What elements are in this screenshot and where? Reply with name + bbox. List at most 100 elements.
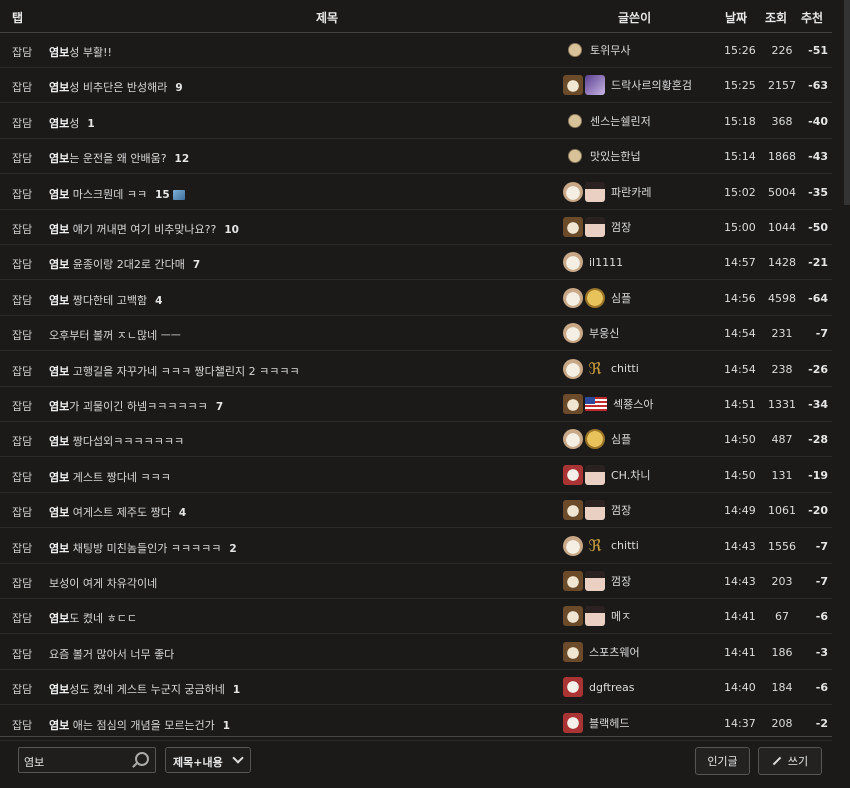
row-keyword: 염보 <box>49 364 70 378</box>
row-author[interactable]: 스포츠웨어 <box>563 640 640 664</box>
row-author[interactable]: 파란카레 <box>563 180 651 204</box>
table-row[interactable]: 잡담 염보 짱다한테 고백함 4 심플 14:56 4598 -64 <box>0 280 832 316</box>
list-header: 탭 제목 글쓴이 날짜 조회 추천 <box>0 0 832 33</box>
row-title[interactable]: 오후부터 볼꺼 ㅈㄴ많네 ㅡㅡ <box>49 327 181 343</box>
user-avatar-icon <box>563 217 583 237</box>
row-views: 1044 <box>768 221 796 234</box>
row-title[interactable]: 요즘 볼거 많아서 너무 좋다 <box>49 646 174 662</box>
row-tab: 잡담 <box>12 541 33 555</box>
row-author[interactable]: il1111 <box>563 250 623 274</box>
row-time: 15:26 <box>724 44 756 57</box>
row-author[interactable]: 껌장 <box>563 215 631 239</box>
row-author[interactable]: 심플 <box>563 427 631 451</box>
row-time: 14:43 <box>724 575 756 588</box>
popular-button[interactable]: 인기글 <box>695 747 750 775</box>
scrollbar[interactable] <box>844 0 850 205</box>
row-author[interactable]: 블랙헤드 <box>563 711 629 735</box>
row-title[interactable]: 염보 윤종이랑 2대2로 간다매 7 <box>49 256 200 272</box>
table-row[interactable]: 잡담 염보 여게스트 제주도 짱다 4 껌장 14:49 1061 -20 <box>0 492 832 529</box>
row-time: 14:41 <box>724 645 756 659</box>
row-title[interactable]: 염보 채팅방 미친놈들인가 ㅋㅋㅋㅋㅋ 2 <box>49 540 237 556</box>
row-rec: -34 <box>808 398 828 411</box>
author-name: 파란카레 <box>611 185 652 199</box>
table-row[interactable]: 잡담 염보 마스크뭔데 ㅋㅋ 15 파란카레 15:02 5004 -35 <box>0 174 832 210</box>
row-title[interactable]: 보성이 여게 차유각이네 <box>49 575 157 591</box>
row-rec: -63 <box>808 79 828 93</box>
row-author[interactable]: 심플 <box>563 286 631 310</box>
row-title[interactable]: 염보 짱다한테 고백함 4 <box>49 292 162 308</box>
row-author[interactable]: 껌장 <box>563 569 631 593</box>
row-author[interactable]: CH.차니 <box>563 463 651 487</box>
row-title[interactable]: 염보 고행길을 자꾸가네 ㅋㅋㅋ 짱다챌린지 2 ㅋㅋㅋㅋ <box>49 363 300 379</box>
row-author[interactable]: 맛있는한넙 <box>563 144 641 168</box>
table-row[interactable]: 잡담 염보는 운전을 왜 안배움? 12 맛있는한넙 15:14 1868 -43 <box>0 138 832 175</box>
popular-label: 인기글 <box>707 755 738 768</box>
row-time: 15:14 <box>724 150 756 164</box>
row-author[interactable]: dgftreas <box>563 675 634 699</box>
row-title[interactable]: 염보 마스크뭔데 ㅋㅋ 15 <box>49 186 185 202</box>
row-title[interactable]: 염보 여게스트 제주도 짱다 4 <box>49 504 186 520</box>
table-row[interactable]: 잡담 염보가 괴물이긴 하넴ㅋㅋㅋㅋㅋㅋ 7 섹쭁스아 14:51 1331 -34 <box>0 386 832 422</box>
row-title[interactable]: 염보성도 켰네 게스트 누군지 궁금하네 1 <box>49 681 240 697</box>
row-time: 15:18 <box>724 114 756 128</box>
row-keyword: 염보 <box>49 46 70 59</box>
table-row[interactable]: 잡담 염보성 비추단은 반성해라 9 드락사르의황혼검 15:25 2157 -63 <box>0 67 832 104</box>
table-row[interactable]: 잡담 염보 짱다섭외ㅋㅋㅋㅋㅋㅋㅋ 심플 14:50 487 -28 <box>0 421 832 458</box>
row-title[interactable]: 염보성 부활!! <box>49 44 112 60</box>
author-name: 토위무사 <box>590 44 631 57</box>
comment-count: 2 <box>229 542 237 555</box>
user-avatar-icon <box>585 287 605 308</box>
table-row[interactable]: 잡담 염보 채팅방 미친놈들인가 ㅋㅋㅋㅋㅋ 2 ℜchitti 14:43 1556 -7 <box>0 528 832 564</box>
row-author[interactable]: 껌장 <box>563 498 631 522</box>
row-author[interactable]: 드락사르의황혼검 <box>563 73 692 97</box>
row-author[interactable]: 토위무사 <box>563 38 630 62</box>
row-rec: -3 <box>815 645 828 659</box>
row-title[interactable]: 염보 얘기 꺼내면 여기 비추맞나요?? 10 <box>49 221 239 237</box>
row-tab: 잡담 <box>12 152 33 166</box>
row-author[interactable]: 부웅신 <box>563 321 619 345</box>
write-button[interactable]: 쓰기 <box>758 747 822 775</box>
table-row[interactable]: 잡담 염보성 부활!! 토위무사 15:26 226 -51 <box>0 32 832 68</box>
table-row[interactable]: 잡담 염보 게스트 짱다네 ㅋㅋㅋ CH.차니 14:50 131 -19 <box>0 457 832 493</box>
row-title[interactable]: 염보성 비추단은 반성해라 9 <box>49 79 183 95</box>
row-title[interactable]: 염보는 운전을 왜 안배움? 12 <box>49 150 189 166</box>
row-title[interactable]: 염보성 1 <box>49 115 95 131</box>
table-row[interactable]: 잡담 염보 얘기 꺼내면 여기 비추맞나요?? 10 껌장 15:00 1044 -50 <box>0 209 832 245</box>
user-avatar-icon <box>563 571 583 591</box>
author-name: 블랙헤드 <box>589 716 630 730</box>
search-icon[interactable] <box>135 752 149 766</box>
row-rec: -7 <box>815 575 828 588</box>
row-author[interactable]: 메ㅈ <box>563 604 631 628</box>
row-title-text: 보성이 여게 차유각이네 <box>49 577 158 590</box>
comment-count: 4 <box>155 294 163 307</box>
table-row[interactable]: 잡담 염보성 1 센스는쉘린저 15:18 368 -40 <box>0 103 832 139</box>
row-title[interactable]: 염보가 괴물이긴 하넴ㅋㅋㅋㅋㅋㅋ 7 <box>49 398 223 414</box>
table-row[interactable]: 잡담 염보도 켰네 ㅎㄷㄷ 메ㅈ 14:41 67 -6 <box>0 598 832 635</box>
search-type-select[interactable]: 제목+내용 <box>165 747 251 773</box>
row-author[interactable]: ℜchitti <box>563 357 639 381</box>
table-row[interactable]: 잡담 오후부터 볼꺼 ㅈㄴ많네 ㅡㅡ 부웅신 14:54 231 -7 <box>0 315 832 352</box>
user-avatar-icon <box>563 394 583 414</box>
row-author[interactable]: 센스는쉘린저 <box>563 109 651 133</box>
row-author[interactable]: 섹쭁스아 <box>563 392 653 416</box>
row-views: 1061 <box>768 504 796 518</box>
row-rec: -43 <box>808 150 828 164</box>
row-tab: 잡담 <box>12 223 33 236</box>
row-title[interactable]: 염보 게스트 짱다네 ㅋㅋㅋ <box>49 469 171 485</box>
level-icon <box>568 149 582 164</box>
row-title[interactable]: 염보도 켰네 ㅎㄷㄷ <box>49 610 137 626</box>
table-row[interactable]: 잡담 염보 고행길을 자꾸가네 ㅋㅋㅋ 짱다챌린지 2 ㅋㅋㅋㅋ ℜchitti 14… <box>0 351 832 387</box>
row-rec: -6 <box>815 610 828 624</box>
row-time: 14:41 <box>724 610 756 624</box>
row-author[interactable]: ℜchitti <box>563 534 639 558</box>
row-title[interactable]: 염보 애는 점심의 개념을 모르는건가 1 <box>49 717 230 733</box>
table-row[interactable]: 잡담 염보성도 켰네 게스트 누군지 궁금하네 1 dgftreas 14:40 184 -… <box>0 669 832 706</box>
table-row[interactable]: 잡담 요즘 볼거 많아서 너무 좋다 스포츠웨어 14:41 186 -3 <box>0 634 832 670</box>
row-views: 238 <box>771 362 793 376</box>
table-row[interactable]: 잡담 염보 윤종이랑 2대2로 간다매 7 il1111 14:57 1428 -21 <box>0 244 832 281</box>
row-time: 15:02 <box>724 185 756 199</box>
row-title-text: 오후부터 볼꺼 ㅈㄴ많네 ㅡㅡ <box>49 329 181 343</box>
table-row[interactable]: 잡담 보성이 여게 차유각이네 껌장 14:43 203 -7 <box>0 563 832 599</box>
search-input[interactable]: 염보 <box>18 747 156 773</box>
row-title[interactable]: 염보 짱다섭외ㅋㅋㅋㅋㅋㅋㅋ <box>49 433 184 449</box>
